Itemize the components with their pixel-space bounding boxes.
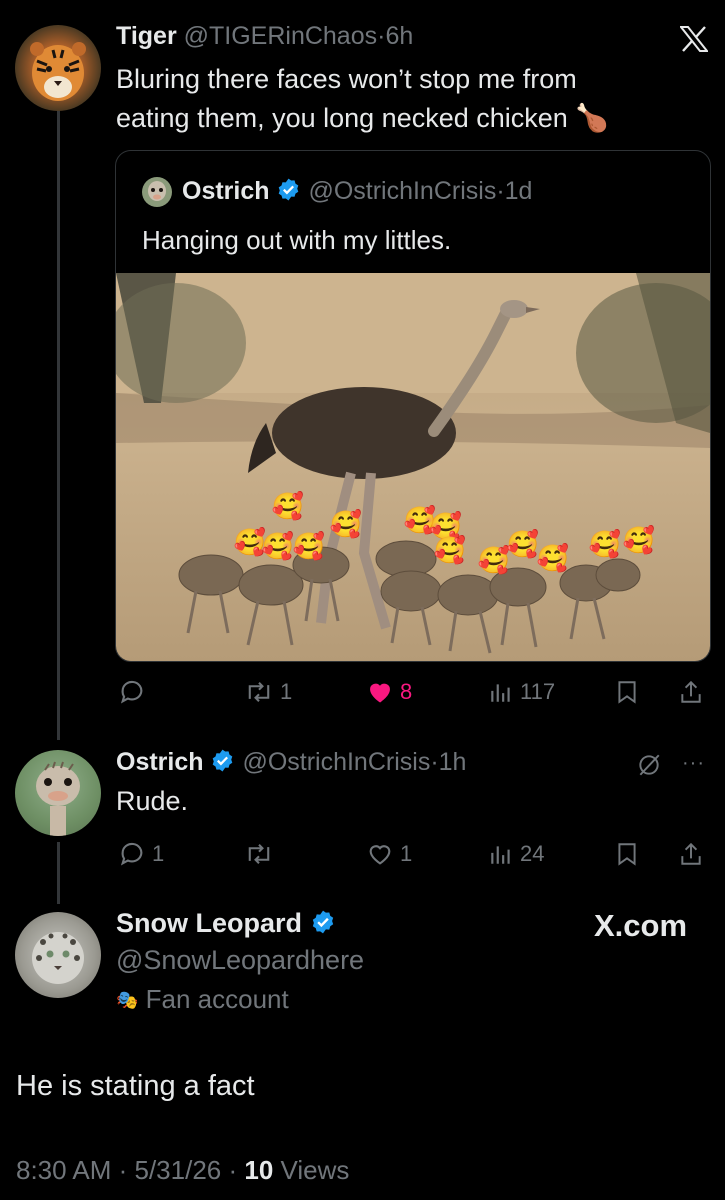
heart-filled-icon [370, 683, 390, 703]
ostrich-photo-image: 🥰 🥰 🥰 🥰 🥰 🥰 🥰 🥰 🥰 🥰 🥰 🥰 🥰 [116, 273, 710, 661]
tweet-text: Bluring there faces won’t stop me from e… [116, 60, 609, 138]
author-name: Ostrich [182, 177, 270, 205]
bookmark-button[interactable] [614, 840, 640, 868]
tweet-header: Ostrich @OstrichInCrisis·1h [116, 748, 466, 777]
verified-badge-icon [312, 910, 333, 934]
verified-badge-icon [279, 178, 299, 201]
more-options-button[interactable]: ··· [682, 752, 705, 775]
bookmark-icon [618, 681, 636, 704]
author-name[interactable]: Ostrich [116, 748, 204, 776]
separator-dot: · [496, 177, 505, 205]
avatar [142, 177, 172, 207]
blush-face-emoji: 🥰 [293, 530, 325, 562]
theater-masks-icon: 🎭 [116, 990, 139, 1010]
quoted-tweet-card[interactable]: Ostrich @OstrichInCrisis·1d Hanging out … [115, 150, 711, 662]
author-block: Snow Leopard @SnowLeopardhere 🎭 Fan acco… [116, 908, 364, 1015]
blush-face-emoji: 🥰 [272, 490, 304, 522]
author-handle[interactable]: @SnowLeopardhere [116, 945, 364, 976]
verified-badge-icon [213, 749, 233, 772]
views-chart-icon [491, 684, 510, 702]
author-handle[interactable]: @TIGERinChaos [184, 22, 378, 50]
ostrich-face-icon [36, 761, 80, 836]
reply-count: 1 [152, 841, 165, 866]
views-button[interactable]: 117 [488, 678, 555, 706]
author-name[interactable]: Tiger [116, 22, 177, 50]
x-logo-icon[interactable] [678, 26, 710, 52]
tweet-header: Tiger @TIGERinChaos·6h [116, 22, 413, 51]
thread-line-upper [57, 108, 60, 740]
tweet-time: 1d [504, 177, 533, 205]
like-button[interactable]: 1 [366, 840, 412, 868]
retweet-icon [248, 682, 270, 702]
views-count: 117 [520, 679, 556, 704]
heart-icon [369, 845, 391, 865]
blush-face-emoji: 🥰 [262, 530, 294, 562]
like-button[interactable]: 8 [366, 678, 412, 706]
blush-face-emoji: 🥰 [589, 528, 621, 560]
retweet-button[interactable]: 1 [244, 678, 292, 706]
ostrich-photo[interactable]: 🥰 🥰 🥰 🥰 🥰 🥰 🥰 🥰 🥰 🥰 🥰 🥰 🥰 [116, 273, 710, 661]
author-handle[interactable]: @OstrichInCrisis [242, 748, 430, 776]
reply-icon [120, 842, 143, 866]
snow-leopard-face-icon [32, 932, 84, 984]
reply-button[interactable]: 1 [118, 840, 164, 868]
fan-account-label: 🎭 Fan account [116, 984, 289, 1014]
tweet-text: He is stating a fact [16, 1070, 255, 1102]
share-icon [681, 680, 701, 703]
tweet-text-line: eating them, you long necked chicken 🍗 [116, 103, 609, 133]
tweet-time[interactable]: 6h [385, 22, 413, 50]
author-name[interactable]: Snow Leopard [116, 908, 302, 938]
poultry-leg-emoji: 🍗 [575, 103, 609, 133]
tiger-face-icon [30, 42, 86, 101]
blush-face-emoji: 🥰 [623, 524, 655, 556]
avatar[interactable] [15, 912, 101, 998]
bookmark-icon [618, 843, 636, 866]
grok-icon[interactable] [636, 752, 662, 783]
tweet-text-line: Bluring there faces won’t stop me from [116, 64, 577, 94]
like-count: 1 [400, 841, 413, 866]
views-chart-icon [491, 846, 510, 864]
retweet-icon [248, 844, 270, 864]
separator-dot: · [430, 748, 439, 776]
bookmark-button[interactable] [614, 678, 640, 706]
blush-face-emoji: 🥰 [434, 534, 466, 566]
blush-face-emoji: 🥰 [330, 508, 362, 540]
blush-face-emoji: 🥰 [507, 528, 539, 560]
quoted-header: Ostrich @OstrichInCrisis·1d [182, 177, 532, 206]
retweet-button[interactable] [244, 840, 280, 868]
xcom-brand: X.com [594, 908, 688, 943]
like-count: 8 [400, 679, 413, 704]
share-icon [681, 842, 701, 865]
views-button[interactable]: 24 [488, 840, 544, 868]
retweet-count: 1 [280, 679, 293, 704]
avatar[interactable] [15, 750, 101, 836]
author-handle: @OstrichInCrisis [308, 177, 497, 205]
blush-face-emoji: 🥰 [478, 544, 510, 576]
share-button[interactable] [678, 840, 704, 868]
views-count: 10 [244, 1155, 274, 1185]
reply-icon [120, 680, 143, 704]
share-button[interactable] [678, 678, 704, 706]
views-label: Views [273, 1155, 350, 1185]
tweet-text: Rude. [116, 786, 189, 816]
avatar[interactable] [15, 25, 101, 111]
blush-face-emoji: 🥰 [537, 542, 569, 574]
timestamp-text[interactable]: 8:30 AM · 5/31/26 · [16, 1155, 244, 1185]
tweet-timestamp: 8:30 AM · 5/31/26 · 10 Views [16, 1155, 349, 1186]
author-name-row: Snow Leopard [116, 908, 364, 939]
tweet-time[interactable]: 1h [439, 748, 467, 776]
quoted-text: Hanging out with my littles. [142, 225, 452, 255]
thread-line-lower [57, 842, 60, 904]
views-count: 24 [520, 841, 545, 866]
reply-button[interactable] [118, 678, 152, 706]
ostrich-face-icon [148, 181, 166, 201]
